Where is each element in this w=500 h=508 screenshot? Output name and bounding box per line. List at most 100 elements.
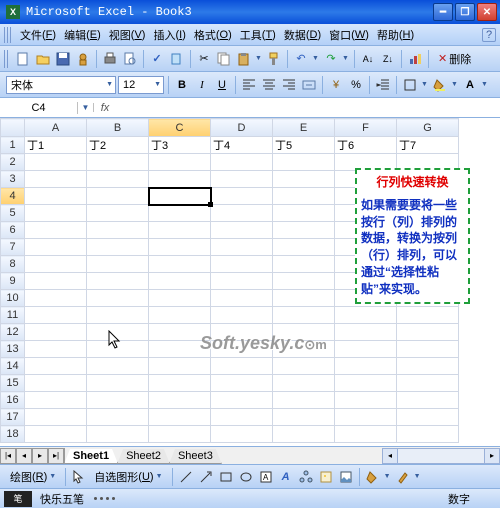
cut-button[interactable]: ✂: [195, 50, 213, 68]
cell[interactable]: [211, 188, 273, 205]
cell[interactable]: [25, 358, 87, 375]
menu-window[interactable]: 窗口(W): [325, 25, 373, 45]
cell[interactable]: [335, 426, 397, 443]
cell[interactable]: [273, 188, 335, 205]
col-header[interactable]: F: [335, 119, 397, 137]
cell[interactable]: [25, 290, 87, 307]
fontcolor-button[interactable]: A: [461, 76, 479, 94]
cell[interactable]: [87, 426, 149, 443]
menu-view[interactable]: 视图(V): [105, 25, 150, 45]
cell[interactable]: [149, 273, 211, 290]
cell[interactable]: [25, 273, 87, 290]
row-header[interactable]: 7: [1, 239, 25, 256]
cell[interactable]: [273, 409, 335, 426]
undo-button[interactable]: ↶: [292, 50, 310, 68]
line-button[interactable]: [177, 468, 195, 486]
cell[interactable]: [87, 205, 149, 222]
sheet-tab[interactable]: Sheet2: [117, 449, 170, 464]
row-header[interactable]: 2: [1, 154, 25, 171]
row-header[interactable]: 12: [1, 324, 25, 341]
close-button[interactable]: ✕: [477, 3, 497, 21]
cell[interactable]: [273, 358, 335, 375]
draw-menu[interactable]: 绘图(R)▼: [6, 468, 61, 486]
cell[interactable]: [211, 341, 273, 358]
cell[interactable]: [149, 222, 211, 239]
cell[interactable]: [211, 273, 273, 290]
bold-button[interactable]: B: [173, 76, 191, 94]
cell[interactable]: [273, 205, 335, 222]
cell[interactable]: [335, 392, 397, 409]
hscroll-track[interactable]: [398, 448, 484, 464]
picture-button[interactable]: [337, 468, 355, 486]
col-header[interactable]: G: [397, 119, 459, 137]
cell[interactable]: [273, 324, 335, 341]
tab-first-button[interactable]: |◂: [0, 448, 16, 464]
worksheet-area[interactable]: A B C D E F G 1丁1丁2丁3丁4丁5丁6丁723456789101…: [0, 118, 500, 446]
cell[interactable]: [211, 154, 273, 171]
cell[interactable]: [25, 256, 87, 273]
cell[interactable]: [273, 256, 335, 273]
cell[interactable]: [211, 375, 273, 392]
cell[interactable]: [273, 341, 335, 358]
cell[interactable]: [87, 171, 149, 188]
row-header[interactable]: 11: [1, 307, 25, 324]
fillcolor-button[interactable]: [431, 76, 449, 94]
row-header[interactable]: 13: [1, 341, 25, 358]
row-header[interactable]: 5: [1, 205, 25, 222]
cell[interactable]: [149, 239, 211, 256]
cell[interactable]: [149, 205, 211, 222]
col-header[interactable]: C: [149, 119, 211, 137]
italic-button[interactable]: I: [193, 76, 211, 94]
cell[interactable]: [25, 375, 87, 392]
merge-button[interactable]: [300, 76, 318, 94]
font-combo[interactable]: 宋体▼: [6, 76, 116, 94]
menu-file[interactable]: 文件(F): [16, 25, 60, 45]
cell[interactable]: [149, 375, 211, 392]
row-header[interactable]: 14: [1, 358, 25, 375]
row-header[interactable]: 10: [1, 290, 25, 307]
delete-button[interactable]: ✕删除: [433, 50, 476, 68]
sort-asc-button[interactable]: A↓: [359, 50, 377, 68]
cell[interactable]: [149, 392, 211, 409]
row-header[interactable]: 4: [1, 188, 25, 205]
cell[interactable]: [211, 307, 273, 324]
cell[interactable]: [335, 324, 397, 341]
open-button[interactable]: [34, 50, 52, 68]
cell[interactable]: 丁5: [273, 137, 335, 154]
cell[interactable]: [273, 392, 335, 409]
row-header[interactable]: 8: [1, 256, 25, 273]
cell[interactable]: [87, 256, 149, 273]
cell[interactable]: [273, 375, 335, 392]
cell[interactable]: [87, 290, 149, 307]
col-header[interactable]: B: [87, 119, 149, 137]
help-input-icon[interactable]: ?: [482, 28, 496, 42]
cell[interactable]: [25, 426, 87, 443]
cell[interactable]: 丁3: [149, 137, 211, 154]
sort-desc-button[interactable]: Z↓: [379, 50, 397, 68]
cell[interactable]: [149, 154, 211, 171]
preview-button[interactable]: [121, 50, 139, 68]
cell[interactable]: [211, 205, 273, 222]
cell[interactable]: [211, 171, 273, 188]
cell[interactable]: [25, 324, 87, 341]
menu-tools[interactable]: 工具(T): [236, 25, 280, 45]
namebox-dropdown[interactable]: ▼: [78, 103, 94, 112]
cell[interactable]: [87, 273, 149, 290]
col-header[interactable]: D: [211, 119, 273, 137]
cell[interactable]: 丁4: [211, 137, 273, 154]
select-all-corner[interactable]: [1, 119, 25, 137]
cell[interactable]: [25, 171, 87, 188]
clipart-button[interactable]: [317, 468, 335, 486]
linecolor-button[interactable]: [394, 468, 412, 486]
cell[interactable]: [149, 341, 211, 358]
col-header[interactable]: A: [25, 119, 87, 137]
cell[interactable]: [397, 375, 459, 392]
cell[interactable]: [273, 273, 335, 290]
cell[interactable]: [273, 307, 335, 324]
cell[interactable]: [87, 324, 149, 341]
cell[interactable]: [87, 239, 149, 256]
cell[interactable]: [87, 375, 149, 392]
cell[interactable]: [335, 341, 397, 358]
cell[interactable]: [149, 324, 211, 341]
cell[interactable]: [87, 409, 149, 426]
